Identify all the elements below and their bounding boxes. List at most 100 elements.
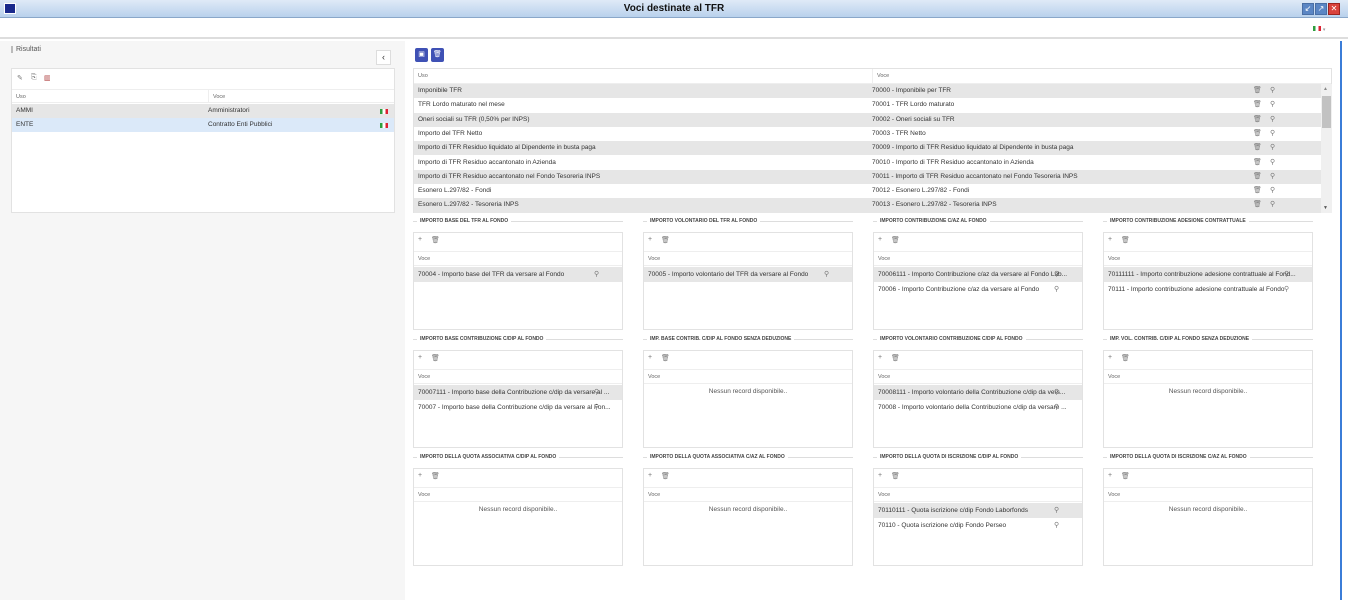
add-icon[interactable]: + xyxy=(1108,472,1112,479)
column-header-voce[interactable]: Voce xyxy=(1104,487,1312,502)
table-row[interactable]: TFR Lordo maturato nel mese 70001 - TFR … xyxy=(414,98,1321,112)
search-icon[interactable]: ⚲ xyxy=(1270,156,1275,170)
list-item[interactable]: 70111111 - Importo contribuzione adesion… xyxy=(1104,267,1312,282)
table-row[interactable]: Esonero L.297/82 - Tesoreria INPS 70013 … xyxy=(414,198,1321,213)
table-row[interactable]: Oneri sociali su TFR (0,50% per INPS) 70… xyxy=(414,112,1321,127)
list-item[interactable]: 70004 - Importo base del TFR da versare … xyxy=(414,267,622,282)
search-icon[interactable]: ⚲ xyxy=(1054,400,1059,415)
list-item[interactable]: 70006 - Importo Contribuzione c/az da ve… xyxy=(874,282,1082,297)
delete-icon[interactable]: 🗑 xyxy=(431,354,440,362)
column-header-uso[interactable]: Uso xyxy=(16,94,26,100)
add-icon[interactable]: + xyxy=(418,236,422,243)
delete-icon[interactable]: 🗑 xyxy=(431,472,440,480)
list-item[interactable]: 70110111 - Quota iscrizione c/dip Fondo … xyxy=(874,503,1082,518)
column-header-voce[interactable]: Voce xyxy=(1104,251,1312,266)
add-icon[interactable]: + xyxy=(418,472,422,479)
search-icon[interactable]: ⚲ xyxy=(594,267,599,282)
column-header-voce[interactable]: Voce xyxy=(208,90,225,102)
column-header-voce[interactable]: Voce xyxy=(644,487,852,502)
list-item[interactable]: 70006111 - Importo Contribuzione c/az da… xyxy=(874,267,1082,282)
column-header-voce[interactable]: Voce xyxy=(1104,369,1312,384)
search-icon[interactable]: ⚲ xyxy=(1270,141,1275,155)
list-item[interactable]: 70008111 - Importo volontario della Cont… xyxy=(874,385,1082,400)
search-icon[interactable]: ⚲ xyxy=(1270,84,1275,98)
column-header-voce[interactable]: Voce xyxy=(874,487,1082,502)
list-item[interactable]: 70007111 - Importo base della Contribuzi… xyxy=(414,385,622,400)
scrollbar-thumb[interactable] xyxy=(1322,96,1331,128)
add-icon[interactable]: + xyxy=(648,236,652,243)
delete-icon[interactable]: 🗑 xyxy=(661,472,670,480)
scroll-down-icon[interactable]: ▼ xyxy=(1323,205,1328,211)
add-icon[interactable]: + xyxy=(648,354,652,361)
delete-icon[interactable]: 🗑 xyxy=(1253,84,1262,98)
add-icon[interactable]: + xyxy=(418,354,422,361)
search-icon[interactable]: ⚲ xyxy=(1270,198,1275,212)
table-row[interactable]: ENTE Contratto Enti Pubblici xyxy=(12,118,394,132)
search-icon[interactable]: ⚲ xyxy=(1270,127,1275,141)
table-row[interactable]: Esonero L.297/82 - Fondi 70012 - Esonero… xyxy=(414,184,1321,198)
add-icon[interactable]: + xyxy=(878,236,882,243)
delete-icon[interactable]: 🗑 xyxy=(661,236,670,244)
search-icon[interactable]: ⚲ xyxy=(1284,282,1289,297)
delete-button[interactable]: 🗑 xyxy=(431,48,444,62)
search-icon[interactable]: ⚲ xyxy=(1270,113,1275,127)
search-icon[interactable]: ⚲ xyxy=(1054,267,1059,282)
delete-icon[interactable]: 🗑 xyxy=(1253,127,1262,141)
column-header-voce[interactable]: Voce xyxy=(644,369,852,384)
list-item[interactable]: 70005 - Importo volontario del TFR da ve… xyxy=(644,267,852,282)
delete-icon[interactable]: 🗑 xyxy=(1253,184,1262,198)
search-icon[interactable]: ⚲ xyxy=(1054,385,1059,400)
table-row[interactable]: Imponibile TFR 70000 - Imponibile per TF… xyxy=(414,84,1321,99)
list-item[interactable]: 70110 - Quota iscrizione c/dip Fondo Per… xyxy=(874,518,1082,533)
list-item[interactable]: 70008 - Importo volontario della Contrib… xyxy=(874,400,1082,415)
add-icon[interactable]: + xyxy=(648,472,652,479)
search-icon[interactable]: ⚲ xyxy=(1270,98,1275,112)
edit-icon[interactable]: ✎ xyxy=(17,74,23,82)
list-item[interactable]: 70111 - Importo contribuzione adesione c… xyxy=(1104,282,1312,297)
add-icon[interactable]: + xyxy=(1108,354,1112,361)
column-header-voce[interactable]: Voce xyxy=(414,251,622,266)
restore-button[interactable]: ↙ xyxy=(1302,3,1314,15)
maximize-button[interactable]: ↗ xyxy=(1315,3,1327,15)
delete-icon[interactable]: 🗑 xyxy=(1253,198,1262,212)
add-icon[interactable]: + xyxy=(878,354,882,361)
scroll-up-icon[interactable]: ▲ xyxy=(1323,86,1328,92)
search-icon[interactable]: ⚲ xyxy=(594,385,599,400)
delete-icon[interactable]: 🗑 xyxy=(1121,472,1130,480)
close-button[interactable]: ✕ xyxy=(1328,3,1340,15)
search-icon[interactable]: ⚲ xyxy=(594,400,599,415)
search-icon[interactable]: ⚲ xyxy=(1054,503,1059,518)
collapse-button[interactable]: ‹ xyxy=(376,50,391,65)
delete-icon[interactable]: 🗑 xyxy=(431,236,440,244)
delete-icon[interactable]: 🗑 xyxy=(1253,170,1262,184)
search-icon[interactable]: ⚲ xyxy=(1270,170,1275,184)
table-row[interactable]: Importo di TFR Residuo accantonato in Az… xyxy=(414,156,1321,170)
search-icon[interactable]: ⚲ xyxy=(1284,267,1289,282)
column-header-voce[interactable]: Voce xyxy=(874,251,1082,266)
delete-icon[interactable]: 🗑 xyxy=(1121,236,1130,244)
save-button[interactable]: ▣ xyxy=(415,48,428,62)
delete-icon[interactable]: 🗑 xyxy=(1121,354,1130,362)
delete-icon[interactable]: 🗑 xyxy=(1253,113,1262,127)
table-row[interactable]: Importo di TFR Residuo liquidato al Dipe… xyxy=(414,141,1321,156)
export-icon[interactable]: ⎘ xyxy=(31,74,37,82)
delete-icon[interactable]: 🗑 xyxy=(1253,98,1262,112)
delete-icon[interactable]: 🗑 xyxy=(891,472,900,480)
column-header-voce[interactable]: Voce xyxy=(874,369,1082,384)
scrollbar[interactable]: ▲ ▼ xyxy=(1321,84,1332,213)
column-header-uso[interactable]: Uso xyxy=(418,73,428,79)
search-icon[interactable]: ⚲ xyxy=(824,267,829,282)
column-header-voce[interactable]: Voce xyxy=(414,369,622,384)
list-item[interactable]: 70007 - Importo base della Contribuzione… xyxy=(414,400,622,415)
delete-icon[interactable]: 🗑 xyxy=(661,354,670,362)
search-icon[interactable]: ⚲ xyxy=(1054,282,1059,297)
delete-icon[interactable]: 🗑 xyxy=(1253,141,1262,155)
add-icon[interactable]: + xyxy=(878,472,882,479)
add-icon[interactable]: + xyxy=(1108,236,1112,243)
column-header-voce[interactable]: Voce xyxy=(414,487,622,502)
columns-icon[interactable]: ▥ xyxy=(44,74,51,82)
table-row[interactable]: Importo di TFR Residuo accantonato nel F… xyxy=(414,169,1321,185)
delete-icon[interactable]: 🗑 xyxy=(891,236,900,244)
table-row[interactable]: Importo del TFR Netto 70003 - TFR Netto … xyxy=(414,127,1321,141)
search-icon[interactable]: ⚲ xyxy=(1270,184,1275,198)
